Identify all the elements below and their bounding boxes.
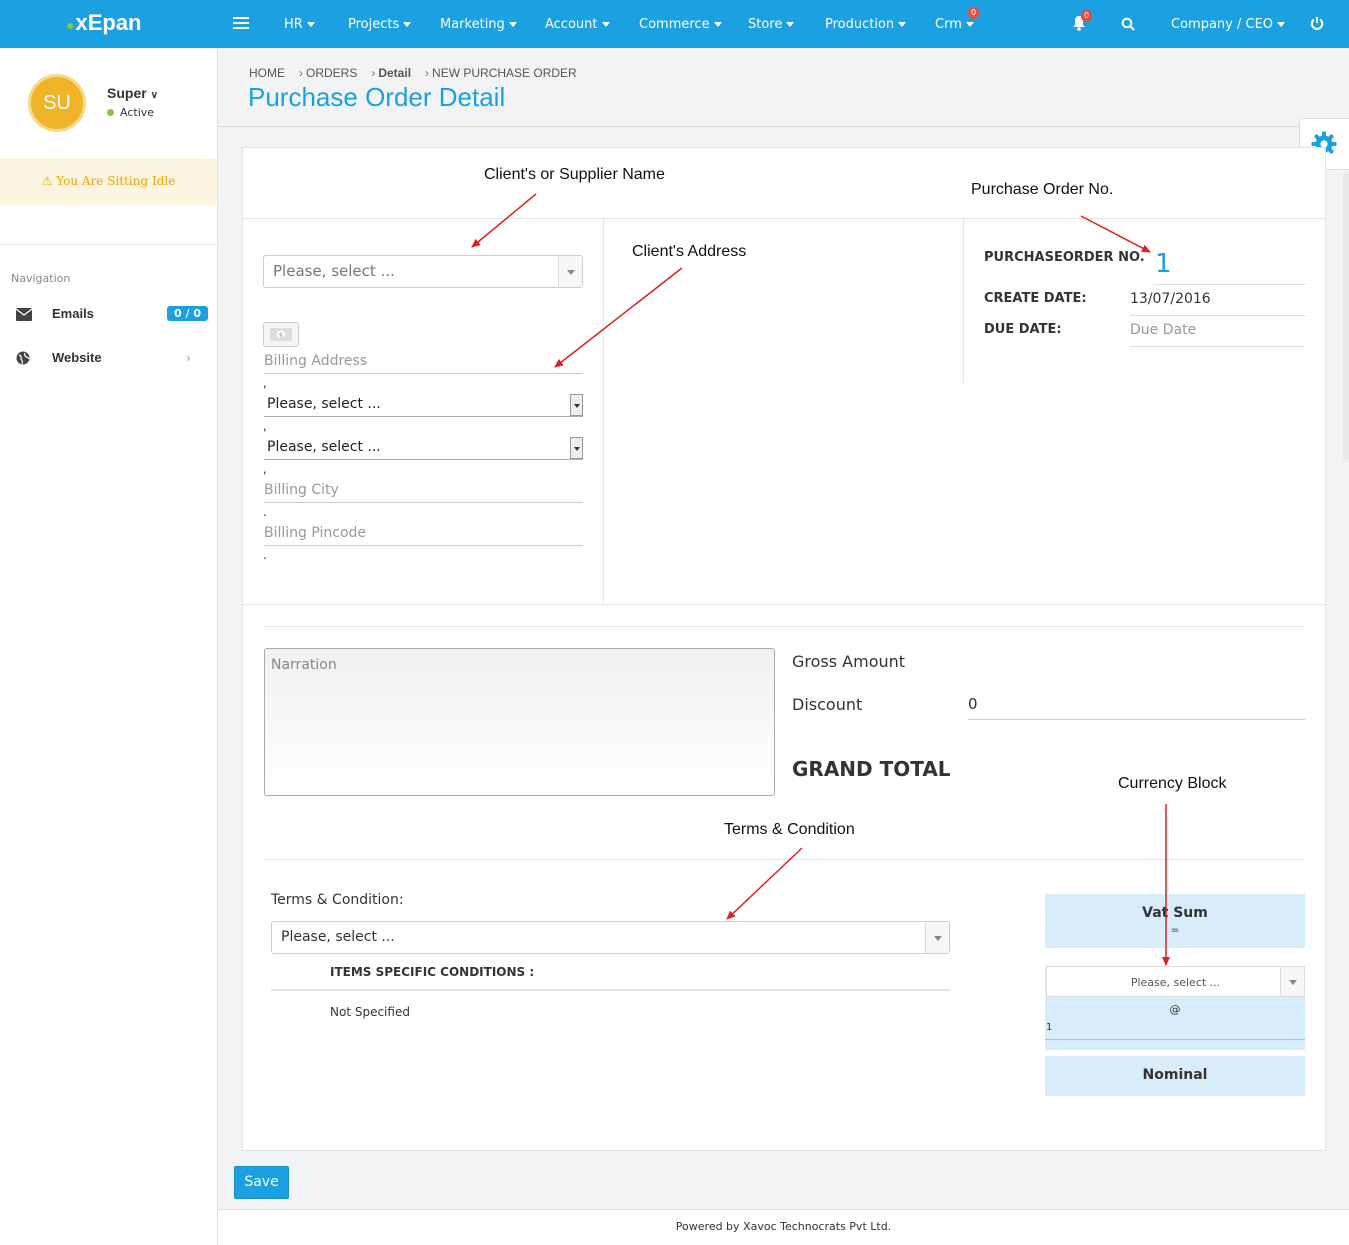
- scrollbar[interactable]: [1343, 172, 1349, 462]
- separator-text: ,: [263, 419, 267, 433]
- annotation-currency: Currency Block: [1118, 775, 1227, 792]
- vat-sum-block: Vat Sum =: [1045, 894, 1305, 948]
- nav-crm[interactable]: Crm: [935, 17, 974, 32]
- money-icon[interactable]: $: [263, 322, 299, 347]
- create-date-field[interactable]: 13/07/2016: [1130, 291, 1305, 316]
- sidebar: SU Super ∨ Active ⚠ You Are Sitting Idle…: [0, 48, 218, 1245]
- nav-production[interactable]: Production: [825, 17, 907, 32]
- breadcrumb-current: NEW PURCHASE ORDER: [432, 66, 577, 80]
- dropdown-arrow-icon: [570, 437, 583, 459]
- items-conditions-value: Not Specified: [330, 1005, 410, 1019]
- terms-select[interactable]: Please, select ...: [271, 921, 950, 954]
- billing-city-field[interactable]: Billing City: [264, 482, 583, 503]
- separator-text: .: [263, 548, 267, 562]
- currency-select[interactable]: Please, select ...: [1046, 966, 1305, 997]
- currency-block: Please, select ... @ 1: [1045, 966, 1305, 1050]
- search-icon[interactable]: [1121, 17, 1135, 35]
- billing-address-field[interactable]: Billing Address: [264, 353, 583, 374]
- billing-state-select[interactable]: Please, select ...: [264, 437, 583, 460]
- save-button[interactable]: Save: [234, 1166, 289, 1199]
- nav-projects[interactable]: Projects: [348, 17, 412, 32]
- annotation-client-address: Client's Address: [632, 243, 747, 260]
- nav-marketing[interactable]: Marketing: [440, 17, 517, 32]
- nav-commerce[interactable]: Commerce: [639, 17, 722, 32]
- vat-sum-label: Vat Sum: [1142, 905, 1208, 921]
- terms-label: Terms & Condition:: [271, 892, 404, 908]
- warning-icon: ⚠: [41, 174, 53, 188]
- breadcrumb-orders[interactable]: ORDERS: [306, 66, 357, 80]
- chevron-down-icon: [1280, 967, 1304, 996]
- nav-hr[interactable]: HR: [284, 17, 315, 32]
- po-number-label: PURCHASEORDER NO.: [984, 250, 1145, 265]
- page-title: Purchase Order Detail: [248, 82, 506, 112]
- column-divider: [603, 219, 604, 604]
- sidebar-divider: [0, 244, 217, 245]
- svg-text:$: $: [279, 332, 283, 340]
- discount-field[interactable]: 0: [968, 695, 1305, 720]
- nominal-label: Nominal: [1142, 1067, 1208, 1083]
- power-icon[interactable]: [1310, 16, 1324, 35]
- items-conditions-heading: ITEMS SPECIFIC CONDITIONS :: [330, 965, 535, 979]
- footer: Powered by Xavoc Technocrats Pvt Ltd.: [218, 1209, 1349, 1245]
- header-divider: [218, 126, 1349, 127]
- avatar[interactable]: SU: [28, 74, 86, 132]
- due-date-label: DUE DATE:: [984, 322, 1062, 337]
- idle-warning: ⚠ You Are Sitting Idle: [0, 158, 217, 205]
- separator-text: ,: [263, 462, 267, 476]
- chevron-down-icon: ∨: [150, 90, 158, 101]
- create-date-label: CREATE DATE:: [984, 291, 1087, 306]
- exchange-rate-field[interactable]: 1: [1045, 1022, 1305, 1040]
- user-status: Active: [107, 106, 154, 119]
- annotation-po-no: Purchase Order No.: [971, 181, 1114, 198]
- annotation-terms: Terms & Condition: [724, 821, 855, 838]
- user-menu[interactable]: Company / CEO: [1171, 17, 1286, 32]
- breadcrumb-home[interactable]: HOME: [249, 66, 285, 80]
- discount-label: Discount: [792, 695, 863, 714]
- po-number-value[interactable]: 1: [1153, 248, 1305, 285]
- emails-count-badge: 0 / 0: [167, 306, 208, 321]
- breadcrumb: HOME › ORDERS › Detail › NEW PURCHASE ORDER: [249, 66, 577, 80]
- status-dot-icon: [107, 109, 114, 116]
- column-divider: [963, 219, 964, 383]
- equals-sign: =: [1170, 925, 1180, 936]
- table-divider: [271, 989, 950, 991]
- panel-divider: [263, 626, 1305, 627]
- bell-badge: 0: [1081, 10, 1092, 22]
- menu-toggle-icon[interactable]: [233, 14, 249, 34]
- globe-icon: [16, 351, 30, 368]
- client-select[interactable]: Please, select ...: [263, 255, 583, 288]
- breadcrumb-detail[interactable]: Detail: [378, 66, 411, 80]
- chevron-down-icon: [558, 256, 582, 287]
- at-sign: @: [1169, 1003, 1181, 1016]
- gross-amount-label: Gross Amount: [792, 652, 906, 671]
- envelope-icon: [15, 308, 33, 324]
- billing-pincode-field[interactable]: Billing Pincode: [264, 525, 583, 546]
- sidebar-item-website[interactable]: Website: [16, 350, 102, 368]
- separator-text: ,: [263, 376, 267, 390]
- dropdown-arrow-icon: [570, 394, 583, 416]
- panel-divider: [243, 604, 1325, 605]
- app-logo[interactable]: ●xEpan: [66, 10, 142, 36]
- grand-total-label: GRAND TOTAL: [792, 757, 951, 781]
- nav-store[interactable]: Store: [748, 17, 795, 32]
- narration-textarea[interactable]: Narration: [264, 648, 775, 796]
- due-date-field[interactable]: Due Date: [1130, 322, 1305, 347]
- top-navbar: ●xEpan HR Projects Marketing Account Com…: [0, 0, 1349, 48]
- chevron-right-icon[interactable]: ›: [186, 351, 191, 365]
- sidebar-item-emails[interactable]: Emails: [15, 306, 94, 324]
- crm-badge: 0: [968, 7, 979, 19]
- user-name-dropdown[interactable]: Super ∨: [107, 85, 158, 101]
- nominal-block: Nominal: [1045, 1056, 1305, 1096]
- annotation-client-name: Client's or Supplier Name: [484, 166, 665, 183]
- panel-divider: [243, 218, 1325, 219]
- separator-text: .: [263, 505, 267, 519]
- nav-account[interactable]: Account: [545, 17, 610, 32]
- chevron-down-icon: [925, 922, 949, 953]
- nav-section-label: Navigation: [11, 272, 71, 285]
- billing-country-select[interactable]: Please, select ...: [264, 394, 583, 417]
- panel-divider: [263, 859, 1305, 860]
- leaf-icon: ●: [66, 17, 75, 33]
